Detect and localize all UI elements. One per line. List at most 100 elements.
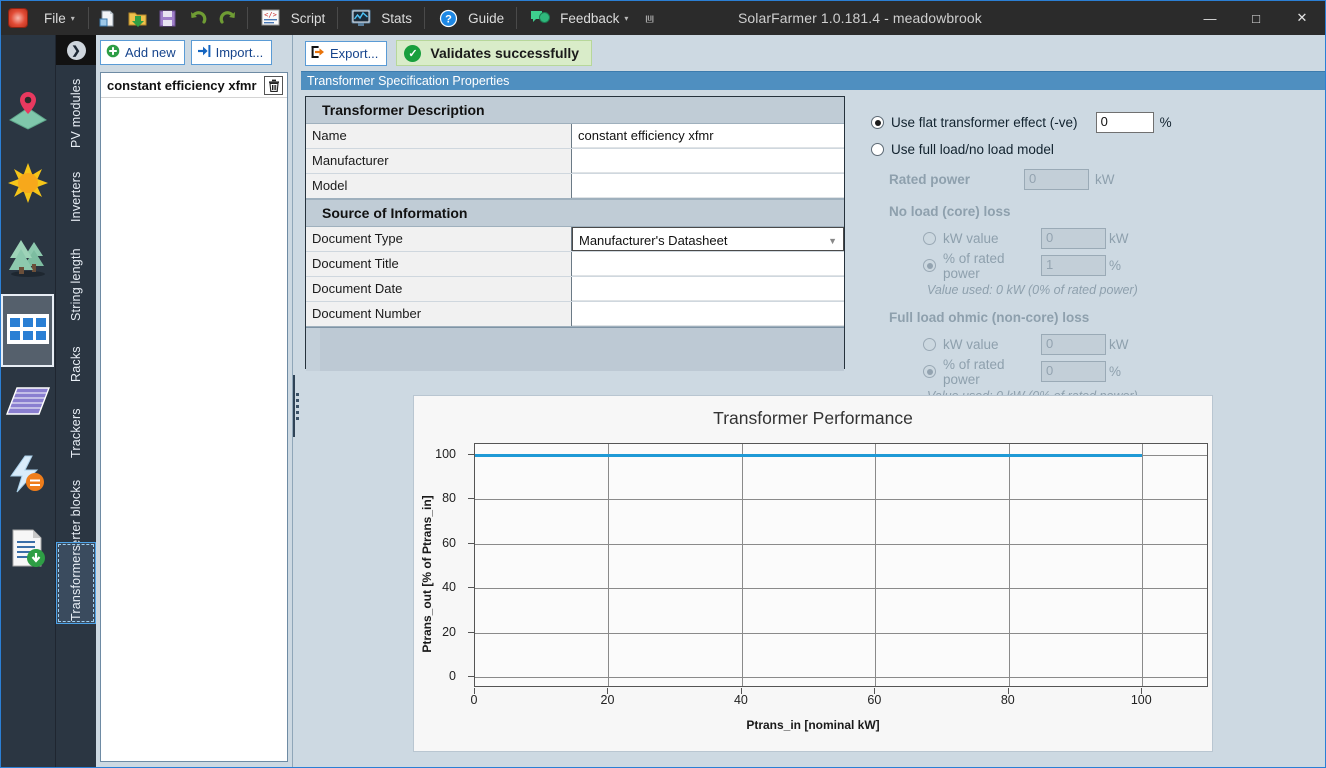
radio-full-load-kw[interactable] bbox=[923, 338, 936, 351]
export-button[interactable]: Export... bbox=[305, 40, 388, 66]
group-title-source-of-information: Source of Information bbox=[306, 199, 844, 227]
chart-gridline-horizontal bbox=[475, 588, 1207, 590]
group-title-transformer-description: Transformer Description bbox=[306, 97, 844, 124]
undo-icon[interactable] bbox=[185, 5, 211, 31]
transformer-listbox[interactable]: constant efficiency xfmr bbox=[100, 72, 288, 762]
minimize-icon: — bbox=[1203, 10, 1217, 26]
radio-no-load-percent[interactable] bbox=[923, 259, 936, 272]
no-load-kw-input[interactable]: 0 bbox=[1041, 228, 1106, 249]
add-new-label: Add new bbox=[125, 45, 176, 60]
radio-full-model[interactable] bbox=[871, 143, 884, 156]
stats-button[interactable]: Stats bbox=[342, 4, 420, 32]
field-label: Model bbox=[306, 174, 572, 198]
chart-gridline-vertical bbox=[875, 444, 877, 686]
field-row-document-number: Document Number bbox=[306, 302, 844, 327]
tab-pv-modules[interactable]: PV modules bbox=[56, 69, 96, 157]
manufacturer-input[interactable] bbox=[572, 149, 844, 173]
chart-y-tick-label: 100 bbox=[435, 447, 456, 462]
field-label: Manufacturer bbox=[306, 149, 572, 173]
radio-no-load-kw[interactable] bbox=[923, 232, 936, 245]
add-new-button[interactable]: Add new bbox=[100, 40, 185, 65]
svg-text:</>: </> bbox=[264, 11, 277, 19]
import-button[interactable]: Import... bbox=[190, 40, 273, 65]
tab-inverters[interactable]: Inverters bbox=[56, 157, 96, 237]
close-icon: ✕ bbox=[1296, 10, 1308, 25]
name-input[interactable]: constant efficiency xfmr bbox=[572, 124, 844, 148]
radio-flat-effect[interactable] bbox=[871, 116, 884, 129]
tab-transformers[interactable]: Transformers bbox=[56, 542, 96, 624]
trash-icon[interactable] bbox=[264, 75, 283, 95]
option-flat-transformer-effect[interactable]: Use flat transformer effect (-ve) 0 % bbox=[871, 109, 1321, 136]
check-circle-icon: ✓ bbox=[404, 44, 422, 62]
rated-power-input[interactable]: 0 bbox=[1024, 169, 1089, 190]
chart-y-tick-mark bbox=[468, 631, 474, 633]
transformer-model-options: Use flat transformer effect (-ve) 0 % Us… bbox=[871, 109, 1321, 407]
menu-file-label: File bbox=[44, 10, 66, 26]
chart-y-tick-mark bbox=[468, 542, 474, 544]
site-location-icon bbox=[5, 88, 51, 135]
application-window: File ▾ </> Script Stats ? Guide Feedback… bbox=[0, 0, 1326, 768]
toolbar-divider bbox=[337, 7, 339, 29]
validation-status-label: Validates successfully bbox=[430, 45, 580, 61]
chart-x-tick-label: 20 bbox=[600, 693, 615, 707]
guide-label: Guide bbox=[468, 10, 505, 26]
panel-splitter[interactable] bbox=[292, 35, 301, 767]
tab-racks[interactable]: Racks bbox=[56, 333, 96, 395]
document-type-select[interactable]: Manufacturer's Datasheet ▼ bbox=[572, 227, 844, 251]
toolbar-divider bbox=[246, 7, 248, 29]
row-rated-power: Rated power 0 kW bbox=[871, 166, 1321, 193]
field-row-manufacturer: Manufacturer bbox=[306, 149, 844, 174]
document-number-input[interactable] bbox=[572, 302, 844, 326]
no-load-percent-input[interactable]: 1 bbox=[1041, 255, 1106, 276]
chart-gridline-vertical bbox=[608, 444, 610, 686]
full-load-kw-input[interactable]: 0 bbox=[1041, 334, 1106, 355]
no-load-percent-unit: % bbox=[1109, 258, 1122, 273]
chart-y-tick-mark bbox=[468, 675, 474, 677]
radio-full-load-percent[interactable] bbox=[923, 365, 936, 378]
icon-rail bbox=[1, 35, 56, 767]
close-button[interactable]: ✕ bbox=[1279, 1, 1325, 35]
field-row-document-type: Document Type Manufacturer's Datasheet ▼ bbox=[306, 227, 844, 252]
menu-file[interactable]: File ▾ bbox=[35, 1, 84, 35]
rail-item-electrical[interactable] bbox=[1, 440, 54, 513]
rail-item-pv-modules[interactable] bbox=[1, 294, 54, 367]
full-load-kw-unit: kW bbox=[1109, 337, 1129, 352]
new-file-icon[interactable] bbox=[95, 5, 121, 31]
minimize-button[interactable]: — bbox=[1187, 1, 1233, 35]
rail-item-sun-irradiance[interactable] bbox=[1, 148, 54, 221]
rail-item-import-document[interactable] bbox=[1, 513, 54, 586]
transformer-list-panel: Add new Import... constant efficiency xf… bbox=[96, 35, 292, 767]
rail-item-trees-shading[interactable] bbox=[1, 221, 54, 294]
document-title-input[interactable] bbox=[572, 252, 844, 276]
rail-item-site-location[interactable] bbox=[1, 75, 54, 148]
chevron-down-icon: ▾ bbox=[70, 13, 75, 23]
tab-string-length[interactable]: String length bbox=[56, 237, 96, 333]
export-label: Export... bbox=[330, 45, 379, 61]
field-row-name: Name constant efficiency xfmr bbox=[306, 124, 844, 149]
document-date-input[interactable] bbox=[572, 277, 844, 301]
chart-y-tick-mark bbox=[468, 498, 474, 500]
field-label: Name bbox=[306, 124, 572, 148]
rail-item-racks[interactable] bbox=[1, 367, 54, 440]
open-folder-icon[interactable] bbox=[125, 5, 151, 31]
row-no-load-note: Value used: 0 kW (0% of rated power) bbox=[871, 279, 1321, 301]
row-full-load-percent[interactable]: % of rated power 0 % bbox=[871, 357, 1321, 387]
chart-title: Transformer Performance bbox=[713, 408, 913, 428]
maximize-button[interactable]: □ bbox=[1233, 1, 1279, 35]
full-load-percent-input[interactable]: 0 bbox=[1041, 361, 1106, 382]
svg-text:?: ? bbox=[445, 13, 452, 25]
list-item[interactable]: constant efficiency xfmr bbox=[101, 73, 287, 98]
row-no-load-percent[interactable]: % of rated power 1 % bbox=[871, 251, 1321, 281]
script-button[interactable]: </> Script bbox=[252, 4, 334, 32]
guide-button[interactable]: ? Guide bbox=[429, 4, 512, 32]
model-input[interactable] bbox=[572, 174, 844, 198]
flat-effect-input[interactable]: 0 bbox=[1095, 112, 1154, 133]
row-no-load-kw-value[interactable]: kW value 0 kW bbox=[871, 225, 1321, 252]
row-full-load-kw-value[interactable]: kW value 0 kW bbox=[871, 331, 1321, 358]
redo-icon[interactable] bbox=[215, 5, 241, 31]
tab-trackers[interactable]: Trackers bbox=[56, 395, 96, 471]
chart-gridline-horizontal bbox=[475, 676, 1207, 678]
panel-expand-toggle[interactable]: ❯ bbox=[56, 35, 96, 65]
option-full-load-no-load-model[interactable]: Use full load/no load model bbox=[871, 136, 1321, 163]
save-icon[interactable] bbox=[155, 5, 181, 31]
